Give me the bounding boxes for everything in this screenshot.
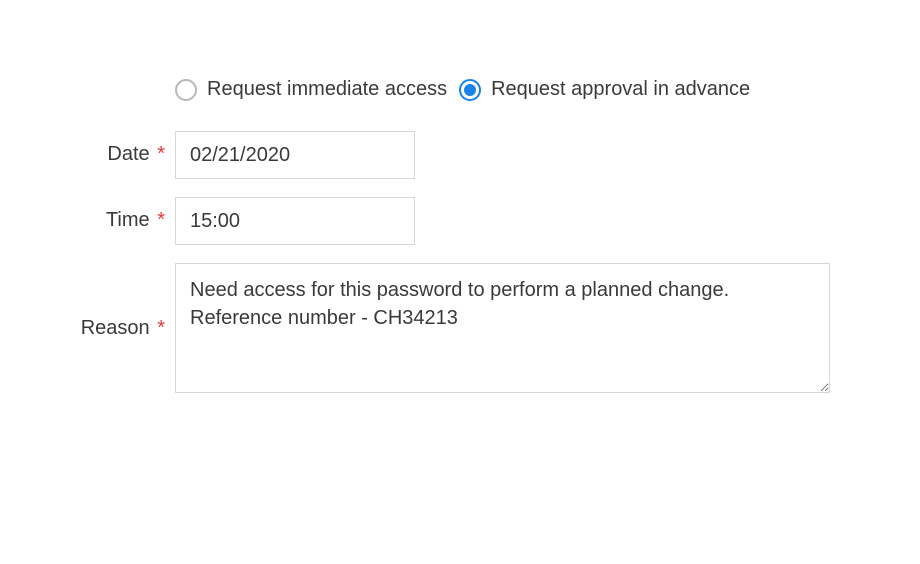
required-mark: *: [157, 209, 165, 231]
radio-icon: [459, 79, 481, 101]
required-mark: *: [157, 143, 165, 165]
date-label: Date *: [50, 131, 175, 179]
date-field-row: Date *: [50, 131, 840, 179]
time-input[interactable]: [175, 197, 415, 245]
access-type-radio-group: Request immediate access Request approva…: [175, 78, 840, 101]
access-request-form: Request immediate access Request approva…: [0, 0, 840, 393]
time-field-row: Time *: [50, 197, 840, 245]
date-input[interactable]: [175, 131, 415, 179]
radio-immediate-access[interactable]: Request immediate access: [175, 78, 447, 101]
radio-label: Request immediate access: [207, 78, 447, 101]
reason-label: Reason *: [50, 317, 175, 340]
radio-dot-icon: [464, 84, 476, 96]
radio-icon: [175, 79, 197, 101]
label-text: Time: [106, 209, 150, 231]
reason-textarea[interactable]: [175, 263, 830, 393]
radio-label: Request approval in advance: [491, 78, 750, 101]
radio-approval-in-advance[interactable]: Request approval in advance: [459, 78, 750, 101]
reason-field-row: Reason *: [50, 263, 840, 393]
time-label: Time *: [50, 197, 175, 245]
label-text: Date: [107, 143, 149, 165]
required-mark: *: [157, 317, 165, 339]
label-text: Reason: [81, 317, 150, 339]
